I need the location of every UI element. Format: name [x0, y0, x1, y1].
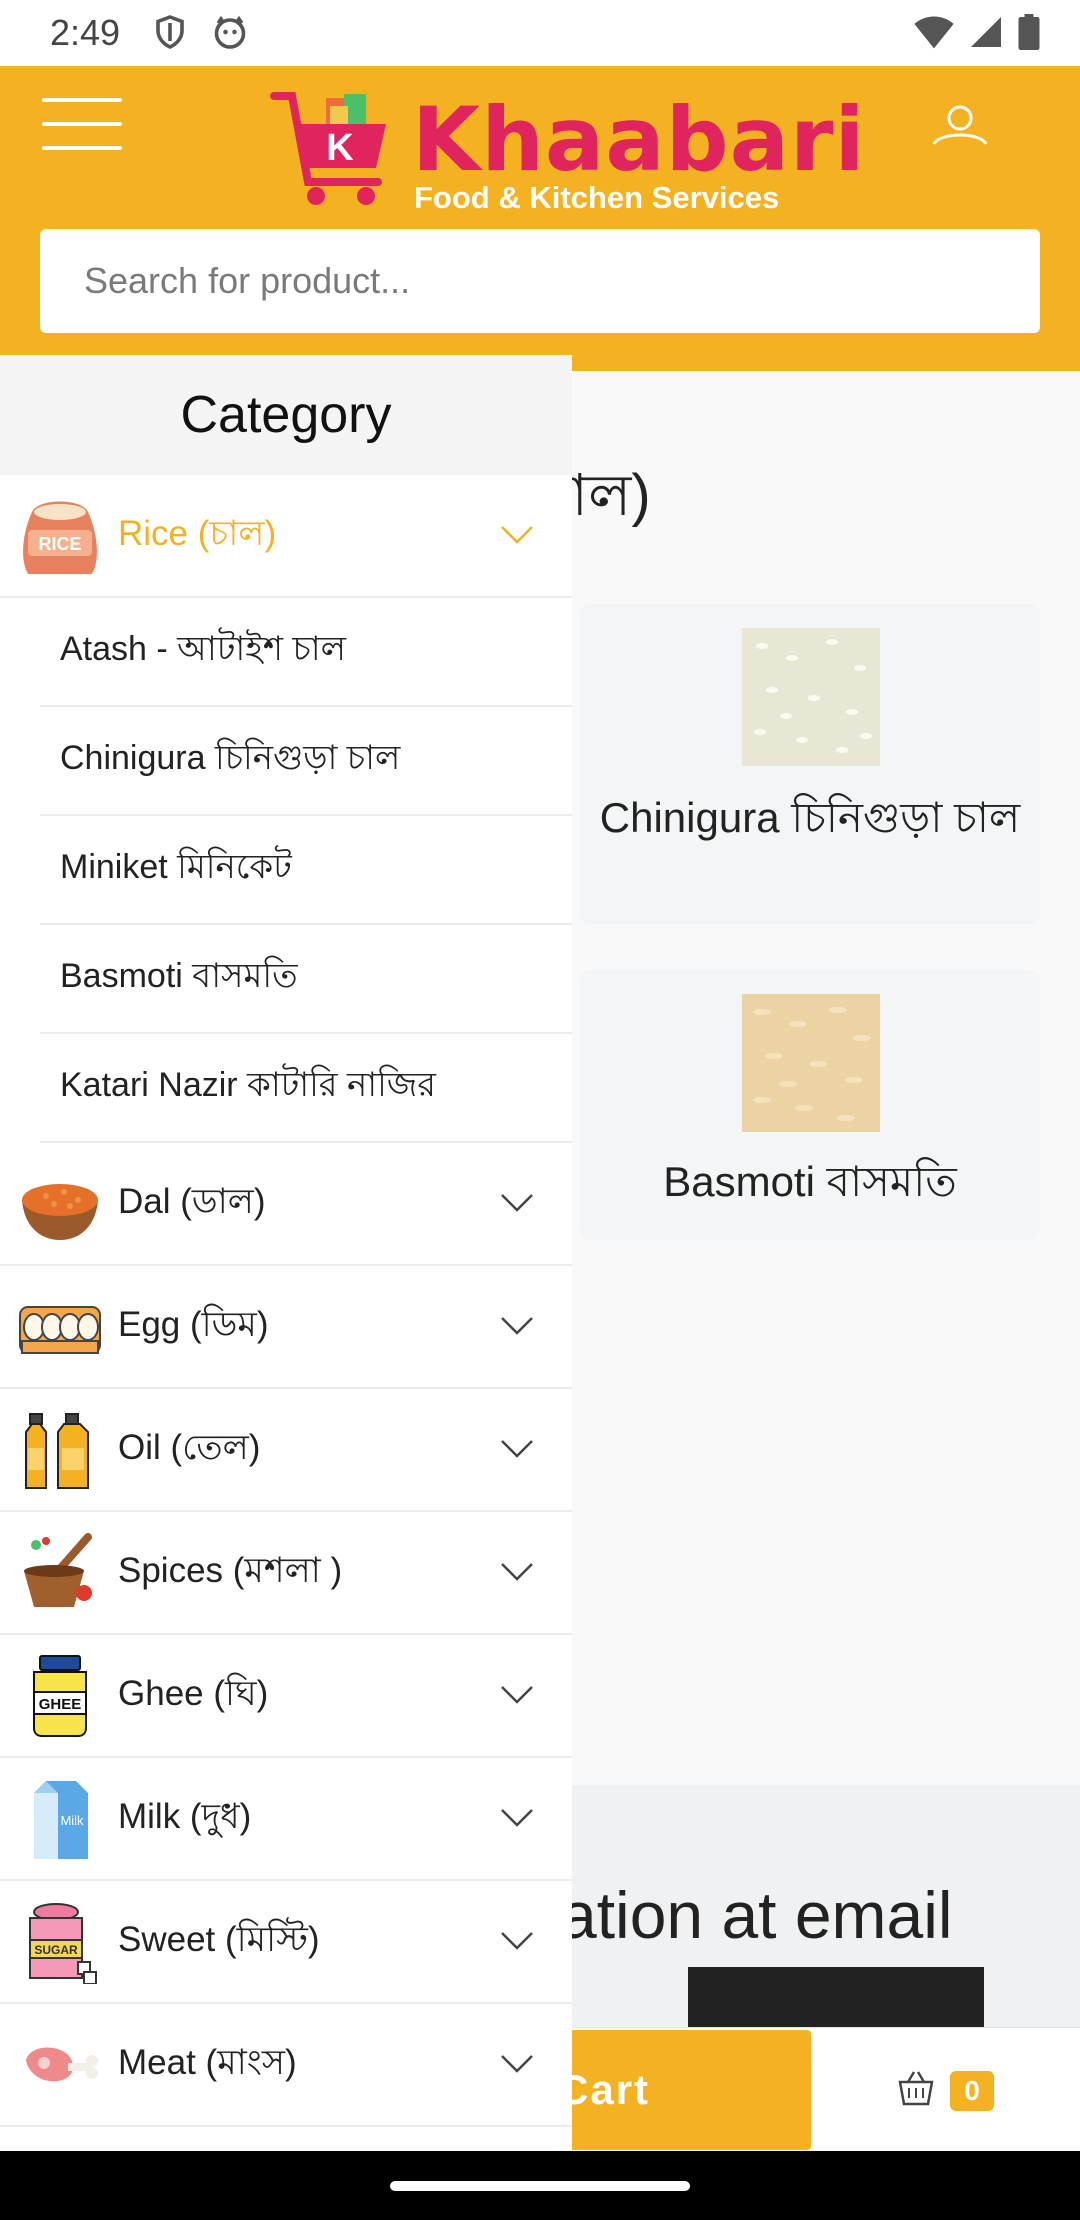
shield-icon	[156, 15, 184, 49]
basket-icon[interactable]	[896, 2068, 936, 2108]
sugar-jar-icon: SUGAR	[29, 1902, 97, 1984]
category-item-milk[interactable]: Milk Milk (দুধ)	[0, 1758, 572, 1881]
battery-icon	[1018, 14, 1040, 50]
category-item-rice[interactable]: RICE Rice (চাল)	[0, 475, 572, 598]
oil-bottles-icon	[25, 1412, 89, 1489]
subcategory-item[interactable]: Katari Nazir কাটারি নাজির	[40, 1034, 572, 1143]
wifi-icon	[914, 16, 954, 49]
svg-text:RICE: RICE	[38, 534, 81, 554]
category-item-oil[interactable]: Oil (তেল)	[0, 1389, 572, 1512]
product-name: Chinigura চিনিগুড়া চাল	[599, 794, 1021, 841]
svg-text:GHEE: GHEE	[39, 1696, 82, 1713]
chevron-down-icon[interactable]	[500, 1316, 534, 1336]
subcategory-item[interactable]: Atash - আটাইশ চাল	[40, 598, 572, 707]
category-drawer: Category RICE Rice (চাল) Atash - আটাইশ চ…	[0, 355, 572, 2151]
category-label: Sweet (মিস্টি)	[118, 1920, 320, 1959]
category-item-egg[interactable]: Egg (ডিম)	[0, 1266, 572, 1389]
product-image	[742, 994, 880, 1132]
chevron-down-icon[interactable]	[500, 525, 534, 545]
menu-icon[interactable]	[42, 98, 122, 154]
category-label: Dal (ডাল)	[118, 1182, 266, 1221]
meat-icon	[26, 2046, 98, 2081]
category-item-sweet[interactable]: SUGAR Sweet (মিস্টি)	[0, 1881, 572, 2004]
newsletter-text: ation at email	[560, 1878, 953, 1952]
ghee-jar-icon: GHEE	[33, 1654, 87, 1737]
product-card[interactable]: Chinigura চিনিগুড়া চাল	[580, 604, 1040, 924]
category-label: Ghee (ঘি)	[118, 1674, 269, 1713]
status-bar: 2:49	[0, 0, 1080, 66]
chevron-down-icon[interactable]	[500, 1562, 534, 1582]
category-item-ghee[interactable]: GHEE Ghee (ঘি)	[0, 1635, 572, 1758]
brand-logo[interactable]: K Khaabari Food & Kitchen Services	[270, 84, 865, 215]
chevron-down-icon[interactable]	[500, 2054, 534, 2074]
category-label: Oil (তেল)	[118, 1428, 261, 1467]
product-image	[742, 628, 880, 766]
user-account-icon[interactable]	[930, 98, 990, 158]
product-card[interactable]: Basmoti বাসমতি	[580, 970, 1040, 1240]
category-label: Meat (মাংস)	[118, 2043, 297, 2082]
system-navigation-bar	[0, 2151, 1080, 2220]
mortar-spices-icon	[24, 1532, 92, 1607]
search-bar[interactable]	[40, 229, 1040, 333]
category-item-spices[interactable]: Spices (মশলা )	[0, 1512, 572, 1635]
chevron-down-icon[interactable]	[500, 1685, 534, 1705]
cart-count-badge: 0	[950, 2071, 994, 2111]
lentil-bowl-icon	[22, 1183, 98, 1240]
subcategory-item[interactable]: Basmoti বাসমতি	[40, 925, 572, 1034]
home-gesture-handle[interactable]	[390, 2181, 690, 2191]
shopping-cart-logo-icon: K	[270, 92, 386, 205]
brand-title: Khaabari	[412, 88, 866, 191]
app-header: K Khaabari Food & Kitchen Services	[0, 66, 1080, 371]
drawer-heading: Category	[0, 355, 572, 475]
category-item-dal[interactable]: Dal (ডাল)	[0, 1143, 572, 1266]
category-label: Spices (মশলা )	[118, 1551, 343, 1590]
category-label: Egg (ডিম)	[118, 1305, 269, 1344]
subcategory-item[interactable]: Chinigura চিনিগুড়া চাল	[40, 707, 572, 816]
chevron-down-icon[interactable]	[500, 1931, 534, 1951]
chevron-down-icon[interactable]	[500, 1808, 534, 1828]
search-input[interactable]	[40, 229, 1040, 333]
chevron-down-icon[interactable]	[500, 1193, 534, 1213]
milk-carton-icon: Milk	[34, 1780, 88, 1859]
egg-tray-icon	[19, 1305, 101, 1354]
chevron-down-icon[interactable]	[500, 1439, 534, 1459]
brand-tagline: Food & Kitchen Services	[414, 180, 780, 215]
category-item-meat[interactable]: Meat (মাংস)	[0, 2004, 572, 2127]
status-time: 2:49	[50, 12, 121, 53]
category-label: Rice (চাল)	[118, 514, 277, 553]
category-label: Milk (দুধ)	[118, 1797, 252, 1836]
cat-face-icon	[214, 15, 246, 49]
svg-text:SUGAR: SUGAR	[34, 1943, 78, 1957]
signal-icon	[971, 17, 1001, 47]
svg-text:Milk: Milk	[60, 1813, 84, 1828]
subcategory-item[interactable]: Miniket মিনিকেট	[40, 816, 572, 925]
rice-bag-icon: RICE	[23, 501, 97, 574]
product-name: Basmoti বাসমতি	[663, 1158, 957, 1205]
logo-letter: K	[326, 127, 354, 169]
